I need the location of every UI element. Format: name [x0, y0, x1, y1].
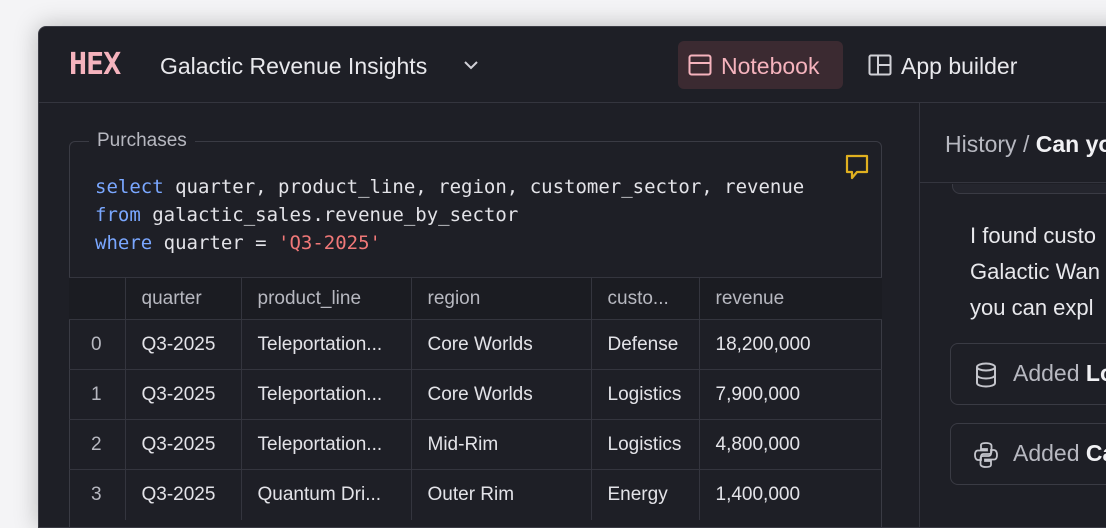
notebook-icon [688, 54, 712, 76]
table-row: 0 Q3-2025 Teleportation... Core Worlds D… [69, 319, 882, 370]
action-card-added-data[interactable]: Added Lo [950, 343, 1106, 405]
table-row: 1 Q3-2025 Teleportation... Core Worlds L… [69, 369, 882, 420]
table-cell[interactable]: Logistics [591, 369, 700, 420]
table-cell[interactable]: Mid-Rim [411, 419, 592, 470]
breadcrumb: History / Can yo [945, 131, 1106, 158]
row-index: 2 [69, 419, 126, 470]
table-cell[interactable]: Teleportation... [241, 319, 412, 370]
table-header-row: quarter product_line region custo... rev… [69, 277, 882, 320]
message-line: you can expl [970, 295, 1094, 320]
table-cell[interactable]: Q3-2025 [125, 319, 242, 370]
app-builder-icon [868, 54, 892, 76]
app-window: HEX Galactic Revenue Insights Notebook A… [38, 26, 1106, 528]
sql-code-editor[interactable]: select quarter, product_line, region, cu… [95, 173, 804, 257]
column-header-revenue[interactable]: revenue [699, 277, 882, 320]
table-cell[interactable]: 18,200,000 [699, 319, 882, 370]
assistant-message: I found custo Galactic Wan you can expl [970, 218, 1106, 326]
message-line: Galactic Wan [970, 259, 1101, 284]
table-cell[interactable]: 7,900,000 [699, 369, 882, 420]
comment-icon[interactable] [844, 153, 870, 181]
table-cell[interactable]: 1,400,000 [699, 469, 882, 520]
column-header-quarter[interactable]: quarter [125, 277, 242, 320]
action-card-added-code[interactable]: Added Ca [950, 423, 1106, 485]
top-bar: HEX Galactic Revenue Insights Notebook A… [39, 27, 1106, 103]
code-line-2: from galactic_sales.revenue_by_sector [95, 204, 519, 226]
table-cell[interactable]: Core Worlds [411, 319, 592, 370]
action-label: Added Lo [1013, 360, 1106, 386]
app-builder-tab[interactable]: App builder [859, 41, 1039, 89]
database-icon [976, 362, 996, 388]
table-cell[interactable]: Outer Rim [411, 469, 592, 520]
breadcrumb-current: Can yo [1035, 131, 1106, 157]
notebook-tab[interactable]: Notebook [678, 41, 843, 89]
table-cell[interactable]: Q3-2025 [125, 419, 242, 470]
table-cell[interactable]: Teleportation... [241, 419, 412, 470]
table-cell[interactable]: Energy [591, 469, 700, 520]
code-line-1: select quarter, product_line, region, cu… [95, 176, 805, 198]
breadcrumb-history-link[interactable]: History / [945, 131, 1036, 157]
app-builder-label: App builder [901, 53, 1018, 79]
action-label: Added Ca [1013, 440, 1106, 466]
chat-panel: I found custo Galactic Wan you can expl … [920, 184, 1106, 527]
notebook-label: Notebook [721, 53, 820, 79]
python-icon [974, 442, 998, 468]
panel-header: History / Can yo [920, 103, 1106, 183]
row-index: 0 [69, 319, 126, 370]
table-cell[interactable]: Quantum Dri... [241, 469, 412, 520]
row-index: 3 [69, 469, 126, 520]
code-line-3: where quarter = 'Q3-2025' [95, 232, 381, 254]
table-cell[interactable]: Q3-2025 [125, 369, 242, 420]
table-cell[interactable]: 4,800,000 [699, 419, 882, 470]
table-cell[interactable]: Teleportation... [241, 369, 412, 420]
message-line: I found custo [970, 223, 1096, 248]
cell-label[interactable]: Purchases [89, 130, 195, 152]
results-table: quarter product_line region custo... rev… [69, 277, 882, 520]
project-title[interactable]: Galactic Revenue Insights [160, 53, 427, 80]
column-header-region[interactable]: region [411, 277, 592, 320]
table-row: 3 Q3-2025 Quantum Dri... Outer Rim Energ… [69, 469, 882, 520]
table-cell[interactable]: Core Worlds [411, 369, 592, 420]
column-header-product-line[interactable]: product_line [241, 277, 412, 320]
table-cell[interactable]: Logistics [591, 419, 700, 470]
table-cell[interactable]: Defense [591, 319, 700, 370]
hex-logo[interactable]: HEX [69, 50, 121, 80]
table-cell[interactable]: Q3-2025 [125, 469, 242, 520]
row-index: 1 [69, 369, 126, 420]
column-header-customer-sector[interactable]: custo... [591, 277, 700, 320]
chevron-down-icon[interactable] [463, 58, 479, 72]
table-row: 2 Q3-2025 Teleportation... Mid-Rim Logis… [69, 419, 882, 470]
previous-message-bubble [952, 184, 1106, 194]
column-header-index [69, 277, 126, 320]
